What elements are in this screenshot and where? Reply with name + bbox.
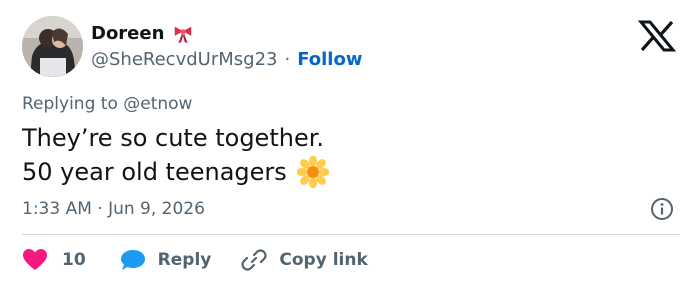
tweet-body: They’re so cute together. 50 year old te… [22,121,329,189]
link-icon [241,249,267,271]
follow-button[interactable]: Follow [297,48,362,72]
x-logo-icon[interactable] [636,19,678,53]
display-name-text: Doreen [91,23,165,44]
copy-link-label: Copy link [279,250,368,270]
author-display-name[interactable]: Doreen [91,22,194,46]
action-bar: 10 Reply Copy link [22,247,368,273]
tweet-line-2: 50 year old teenagers [22,155,329,189]
tweet-line-1: They’re so cute together. [22,121,329,155]
author-avatar[interactable] [22,16,83,77]
author-handle[interactable]: @SheRecvdUrMsg23 [91,48,277,72]
replying-to-text[interactable]: Replying to @etnow [22,93,192,115]
like-button[interactable]: 10 [22,248,86,272]
heart-icon [23,249,47,270]
separator-dot: · [284,49,291,70]
tweet-line-2-text: 50 year old teenagers [22,158,287,186]
copy-link-button[interactable]: Copy link [241,247,368,273]
ribbon-emoji-icon [175,26,192,44]
reply-bubble-icon [120,250,145,270]
info-icon[interactable] [650,197,674,221]
blossom-emoji-icon [296,156,329,188]
reply-button[interactable]: Reply [120,248,212,272]
like-count: 10 [62,250,86,270]
tweet-timestamp[interactable]: 1:33 AM · Jun 9, 2026 [22,197,205,221]
author-handle-row: @SheRecvdUrMsg23 · Follow [91,48,362,72]
divider [22,234,680,235]
reply-label: Reply [157,250,212,270]
tweet-line-1-text: They’re so cute together. [22,124,325,152]
